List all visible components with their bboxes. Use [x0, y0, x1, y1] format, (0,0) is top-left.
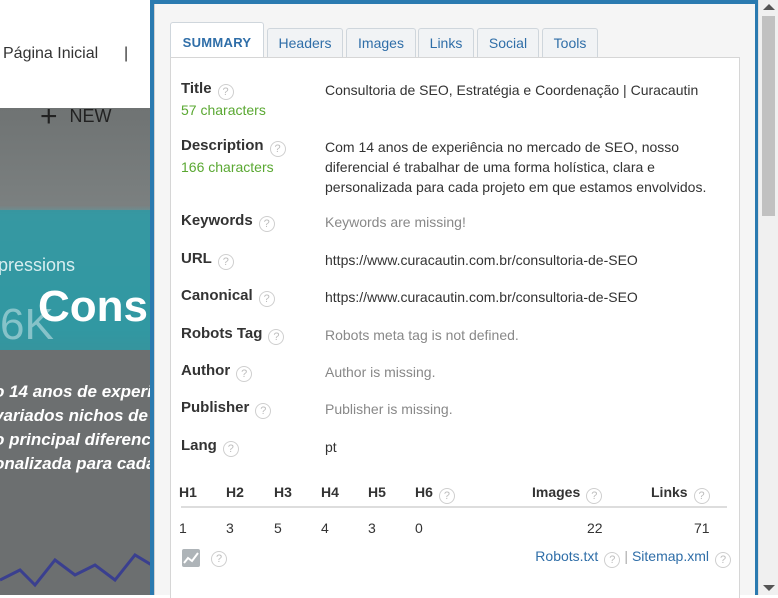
help-icon[interactable]: ?: [222, 441, 239, 457]
help-icon[interactable]: ?: [586, 488, 603, 504]
hero-chart-decoration: [0, 553, 160, 588]
tab-images[interactable]: Images: [346, 28, 416, 57]
lang-value: pt: [325, 439, 337, 455]
tab-tools[interactable]: Tools: [542, 28, 598, 57]
help-icon[interactable]: ?: [217, 254, 234, 270]
plus-icon: +: [40, 100, 58, 133]
h4-count: 4: [321, 520, 329, 536]
help-icon[interactable]: ?: [236, 366, 253, 382]
sitemap-xml-link[interactable]: Sitemap.xml: [632, 548, 709, 564]
help-icon[interactable]: ?: [217, 84, 234, 100]
col-h1: H1: [179, 484, 197, 500]
col-h4: H4: [321, 484, 339, 500]
description-label: Description?: [181, 137, 286, 157]
lang-label: Lang?: [181, 437, 239, 457]
help-icon[interactable]: ?: [604, 552, 621, 568]
h2-count: 3: [226, 520, 234, 536]
new-label: NEW: [69, 106, 112, 126]
scroll-down-arrow-icon[interactable]: [763, 585, 775, 591]
col-h2: H2: [226, 484, 244, 500]
description-char-count: 166 characters: [181, 159, 274, 175]
canonical-value: https://www.curacautin.com.br/consultori…: [325, 289, 638, 305]
h5-count: 3: [368, 520, 376, 536]
help-icon[interactable]: ?: [268, 329, 285, 345]
summary-panel: Title? 57 characters Consultoria de SEO,…: [170, 57, 740, 598]
hero-paragraph-line: o 14 anos de experi: [0, 382, 152, 401]
impressions-text: pressions: [0, 255, 76, 275]
robots-value: Robots meta tag is not defined.: [325, 327, 519, 343]
col-h6: H6?: [415, 484, 455, 504]
headings-header-row: H1 H2 H3 H4 H5 H6? Images? Links?: [179, 478, 727, 508]
headings-value-row: 1 3 5 4 3 0 22 71: [179, 518, 727, 546]
hero-title: Cons: [38, 282, 148, 331]
robots-txt-link[interactable]: Robots.txt: [535, 548, 598, 564]
help-icon[interactable]: ?: [255, 403, 272, 419]
h1-count: 1: [179, 520, 187, 536]
title-char-count: 57 characters: [181, 102, 266, 118]
publisher-value: Publisher is missing.: [325, 401, 453, 417]
h3-count: 5: [274, 520, 282, 536]
tab-headers[interactable]: Headers: [267, 28, 343, 57]
scroll-thumb[interactable]: [762, 16, 775, 216]
chart-icon[interactable]: [182, 549, 200, 567]
help-icon[interactable]: ?: [211, 551, 227, 567]
author-label: Author?: [181, 362, 253, 382]
author-value: Author is missing.: [325, 364, 436, 380]
help-icon[interactable]: ?: [438, 488, 455, 504]
help-icon[interactable]: ?: [258, 216, 275, 232]
publisher-label: Publisher?: [181, 399, 272, 419]
col-images: Images?: [532, 484, 603, 504]
keywords-value: Keywords are missing!: [325, 214, 466, 230]
help-icon[interactable]: ?: [693, 488, 710, 504]
background-nav: Página Inicial |: [0, 0, 160, 109]
popup-body: SUMMARY Headers Images Links Social Tool…: [154, 4, 755, 598]
description-value: Com 14 anos de experiência no mercado de…: [325, 139, 707, 195]
tab-social[interactable]: Social: [477, 28, 539, 57]
help-icon[interactable]: ?: [258, 291, 275, 307]
hero-paragraph-line: onalizada para cada: [0, 454, 156, 473]
images-count: 22: [587, 520, 603, 536]
col-h5: H5: [368, 484, 386, 500]
background-page: Página Inicial | + NEW pressions 6K Cons …: [0, 0, 160, 595]
h6-count: 0: [415, 520, 423, 536]
col-h3: H3: [274, 484, 292, 500]
hero-paragraph-line: o principal diferenc: [0, 430, 151, 449]
tab-summary[interactable]: SUMMARY: [170, 22, 264, 58]
url-label: URL?: [181, 250, 234, 270]
url-value: https://www.curacautin.com.br/consultori…: [325, 252, 638, 268]
seo-extension-popup: SUMMARY Headers Images Links Social Tool…: [150, 0, 758, 598]
nav-separator: |: [124, 45, 129, 62]
help-icon[interactable]: ?: [269, 141, 286, 157]
nav-link-home[interactable]: Página Inicial: [3, 45, 98, 63]
vertical-scrollbar[interactable]: [758, 0, 778, 595]
footer-separator: |: [624, 548, 628, 564]
links-count: 71: [694, 520, 710, 536]
scroll-up-arrow-icon[interactable]: [763, 4, 775, 10]
help-icon[interactable]: ?: [715, 552, 731, 568]
footer-links: Robots.txt? | Sitemap.xml?: [535, 548, 731, 568]
col-links: Links?: [651, 484, 710, 504]
robots-label: Robots Tag?: [181, 325, 285, 345]
hero-paragraph: o 14 anos de experi variados nichos de o…: [0, 380, 156, 476]
new-button[interactable]: + NEW: [40, 100, 112, 134]
canonical-label: Canonical?: [181, 287, 275, 307]
title-label: Title?: [181, 80, 234, 100]
title-value: Consultoria de SEO, Estratégia e Coorden…: [325, 82, 699, 98]
tab-links[interactable]: Links: [418, 28, 474, 57]
hero-paragraph-line: variados nichos de: [0, 406, 148, 425]
keywords-label: Keywords?: [181, 212, 275, 232]
